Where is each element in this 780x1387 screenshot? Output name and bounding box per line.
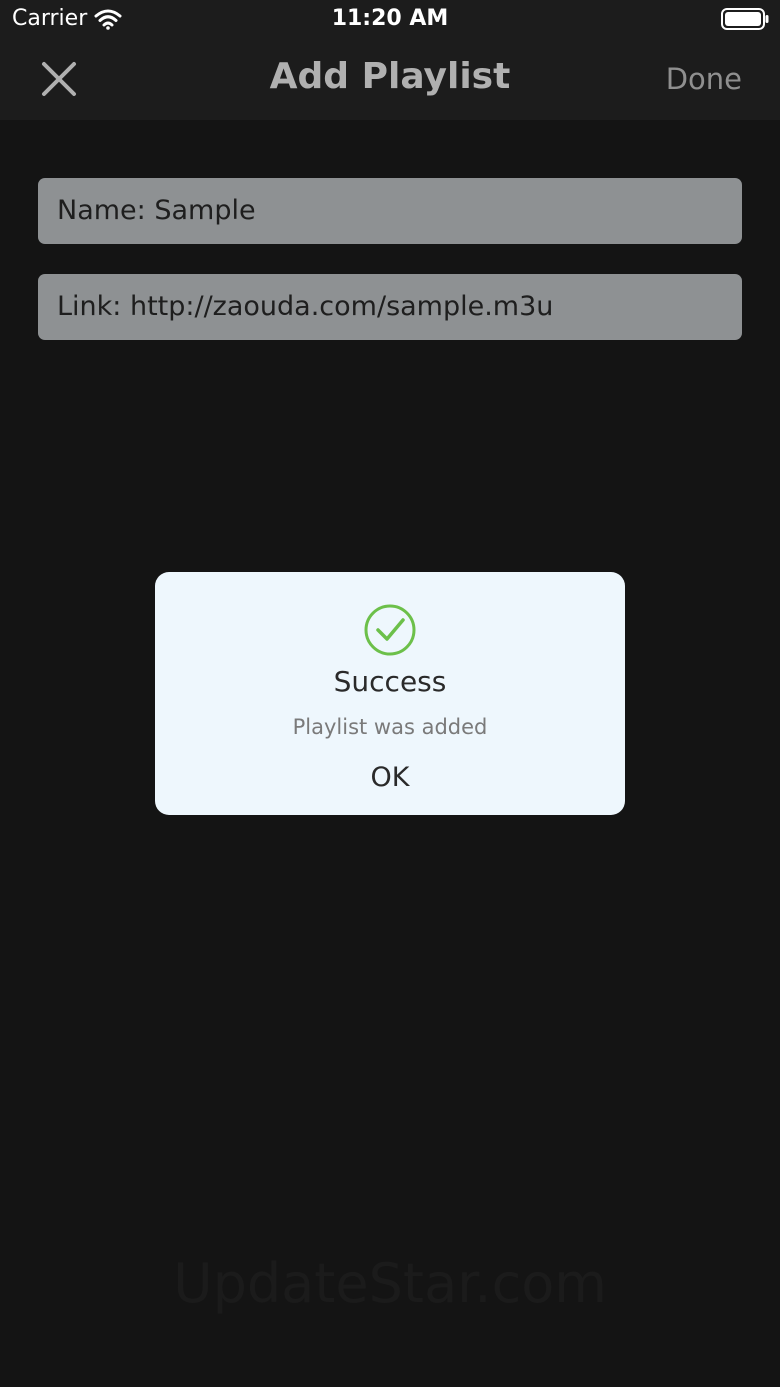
success-dialog: Success Playlist was added OK	[155, 572, 625, 815]
dialog-title: Success	[333, 665, 447, 698]
name-field[interactable]: Name: Sample	[38, 178, 742, 244]
done-button[interactable]: Done	[666, 62, 742, 96]
clock: 11:20 AM	[331, 6, 449, 31]
dialog-message: Playlist was added	[292, 715, 488, 739]
nav-bar: Add Playlist Done	[0, 40, 780, 120]
ok-button[interactable]: OK	[340, 762, 440, 793]
page-title: Add Playlist	[269, 56, 511, 97]
checkmark-circle-icon	[362, 602, 418, 658]
battery-icon	[721, 8, 769, 30]
watermark: UpdateStar.com	[173, 1252, 607, 1315]
link-field[interactable]: Link: http://zaouda.com/sample.m3u	[38, 274, 742, 340]
status-bar: Carrier 11:20 AM	[0, 0, 780, 40]
